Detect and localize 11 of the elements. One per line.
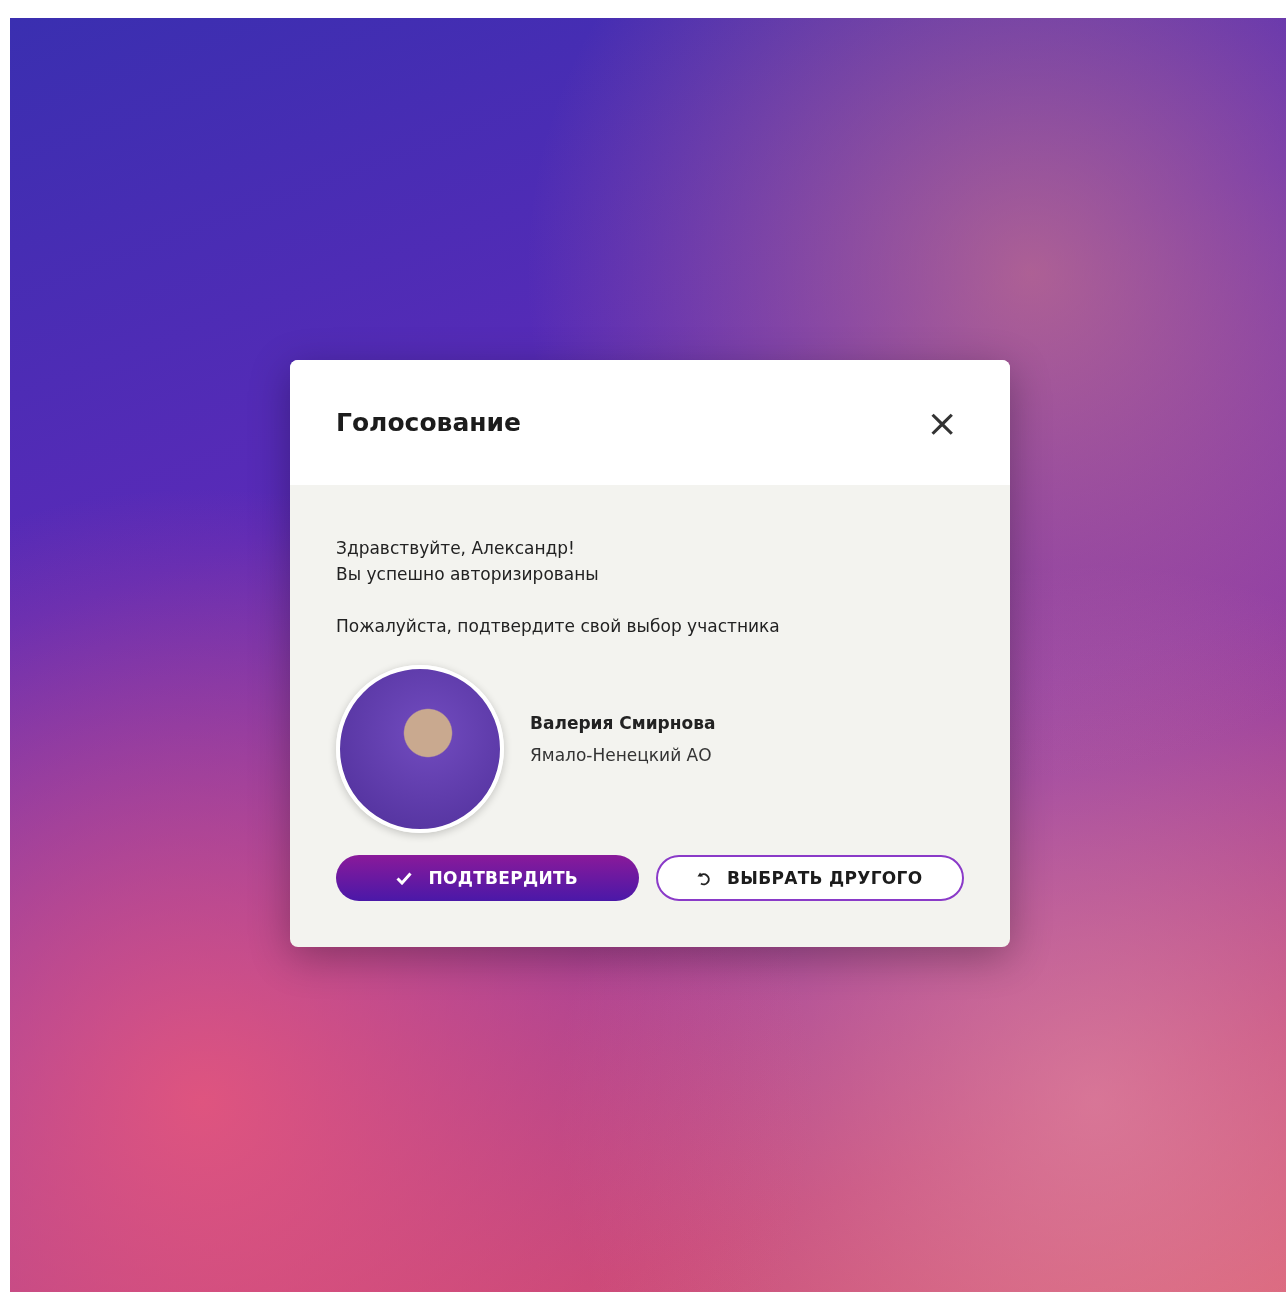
dialog-title: Голосование	[336, 408, 522, 437]
message-text: Пожалуйста, подтвердите свой выбор участника	[336, 615, 781, 638]
choose-another-button[interactable]: ВЫБРАТЬ ДРУГОГО	[655, 855, 964, 901]
participant-name: Валерия Смирнова	[530, 712, 716, 735]
message-text: Вы успешно авторизированы	[336, 563, 600, 586]
close-button[interactable]: ×	[920, 403, 964, 442]
confirm-button[interactable]: ПОДТВЕРДИТЬ	[336, 855, 639, 901]
message-text: Здравствуйте, Александр!	[336, 537, 576, 560]
checkmark-icon	[396, 871, 413, 885]
refresh-icon	[697, 870, 712, 886]
participant-region: Ямало-Ненецкий АО	[530, 744, 713, 767]
